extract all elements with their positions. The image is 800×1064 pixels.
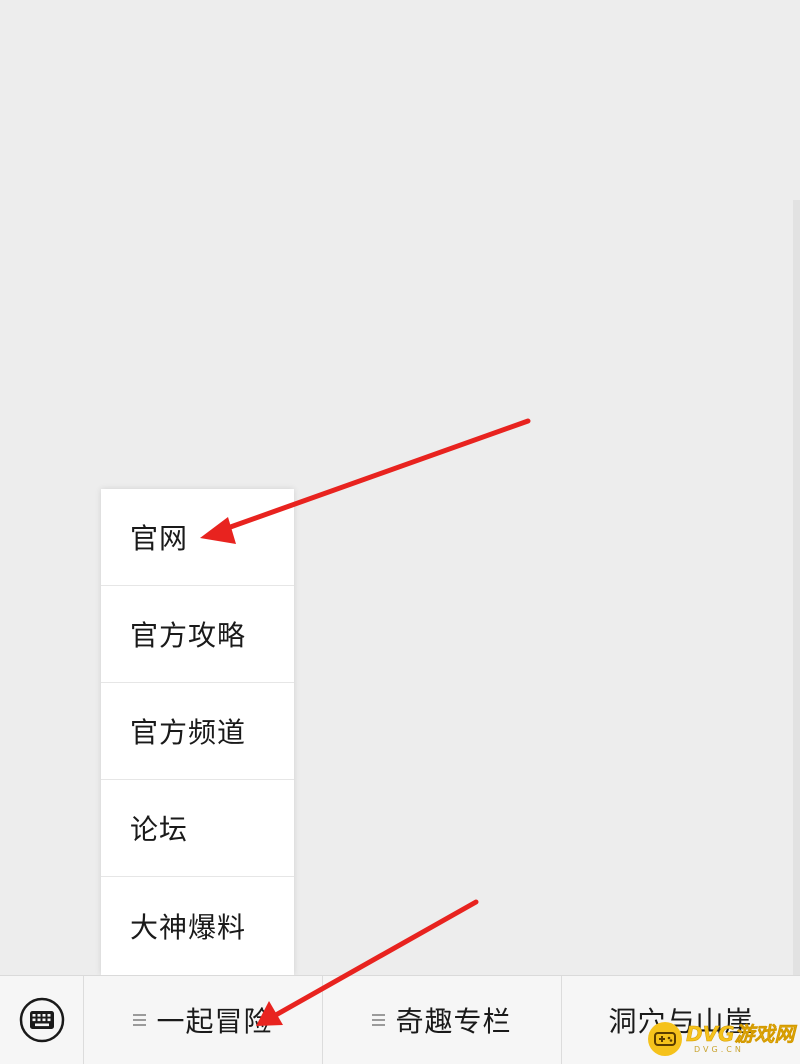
menu-lines-icon bbox=[372, 1011, 386, 1029]
menu-item-official-channel[interactable]: 官方频道 bbox=[101, 683, 294, 780]
scroll-edge bbox=[793, 200, 800, 975]
tab-fun-column[interactable]: 奇趣专栏 bbox=[323, 976, 562, 1064]
watermark-brand: DVG游戏网 bbox=[686, 1022, 795, 1046]
submenu-popup: 官网 官方攻略 官方频道 论坛 大神爆料 bbox=[101, 489, 294, 975]
gamepad-icon bbox=[648, 1022, 682, 1056]
menu-item-official-guide[interactable]: 官方攻略 bbox=[101, 586, 294, 683]
watermark: DVG游戏网 DVG.CN bbox=[648, 1016, 798, 1062]
menu-item-insider-news[interactable]: 大神爆料 bbox=[101, 877, 294, 974]
watermark-domain: DVG.CN bbox=[694, 1045, 744, 1054]
menu-lines-icon bbox=[133, 1011, 147, 1029]
tab-adventure[interactable]: 一起冒险 bbox=[84, 976, 323, 1064]
tab-adventure-label: 一起冒险 bbox=[156, 1005, 273, 1038]
menu-item-official-site[interactable]: 官网 bbox=[101, 489, 294, 586]
keyboard-icon bbox=[19, 997, 64, 1043]
tab-fun-column-label: 奇趣专栏 bbox=[395, 1005, 512, 1038]
keyboard-toggle-button[interactable] bbox=[0, 976, 84, 1064]
menu-item-forum[interactable]: 论坛 bbox=[101, 780, 294, 877]
